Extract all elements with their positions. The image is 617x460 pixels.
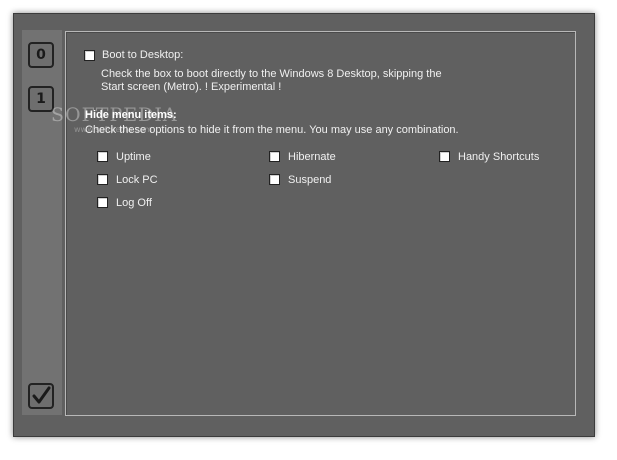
log-off-label[interactable]: Log Off — [116, 197, 152, 210]
suspend-label[interactable]: Suspend — [288, 174, 331, 187]
uptime-label[interactable]: Uptime — [116, 151, 151, 164]
boot-description-line1: Check the box to boot directly to the Wi… — [101, 68, 442, 80]
profile-0-label: 0 — [36, 47, 46, 63]
profile-0-button[interactable]: 0 — [28, 42, 54, 68]
log-off-checkbox[interactable] — [97, 197, 108, 208]
profile-1-button[interactable]: 1 — [28, 86, 54, 112]
lock-pc-label[interactable]: Lock PC — [116, 174, 158, 187]
sidebar: 0 1 — [22, 30, 62, 415]
handy-shortcuts-label[interactable]: Handy Shortcuts — [458, 151, 539, 164]
boot-to-desktop-label[interactable]: Boot to Desktop: — [102, 49, 183, 62]
boot-to-desktop-checkbox[interactable] — [84, 50, 95, 61]
suspend-checkbox[interactable] — [269, 174, 280, 185]
handy-shortcuts-checkbox[interactable] — [439, 151, 450, 162]
boot-description-line2: Start screen (Metro). ! Experimental ! — [101, 81, 282, 93]
hide-menu-heading: Hide menu items: — [85, 109, 177, 121]
profile-1-label: 1 — [36, 91, 46, 107]
hibernate-checkbox[interactable] — [269, 151, 280, 162]
main-window: 0 1 Boot to Desktop: Check the box to bo… — [13, 13, 595, 437]
hibernate-label[interactable]: Hibernate — [288, 151, 336, 164]
uptime-checkbox[interactable] — [97, 151, 108, 162]
hide-menu-description: Check these options to hide it from the … — [85, 124, 459, 136]
checkmark-icon — [32, 386, 51, 404]
settings-panel: Boot to Desktop: Check the box to boot d… — [65, 31, 576, 416]
lock-pc-checkbox[interactable] — [97, 174, 108, 185]
apply-button[interactable] — [28, 383, 54, 409]
